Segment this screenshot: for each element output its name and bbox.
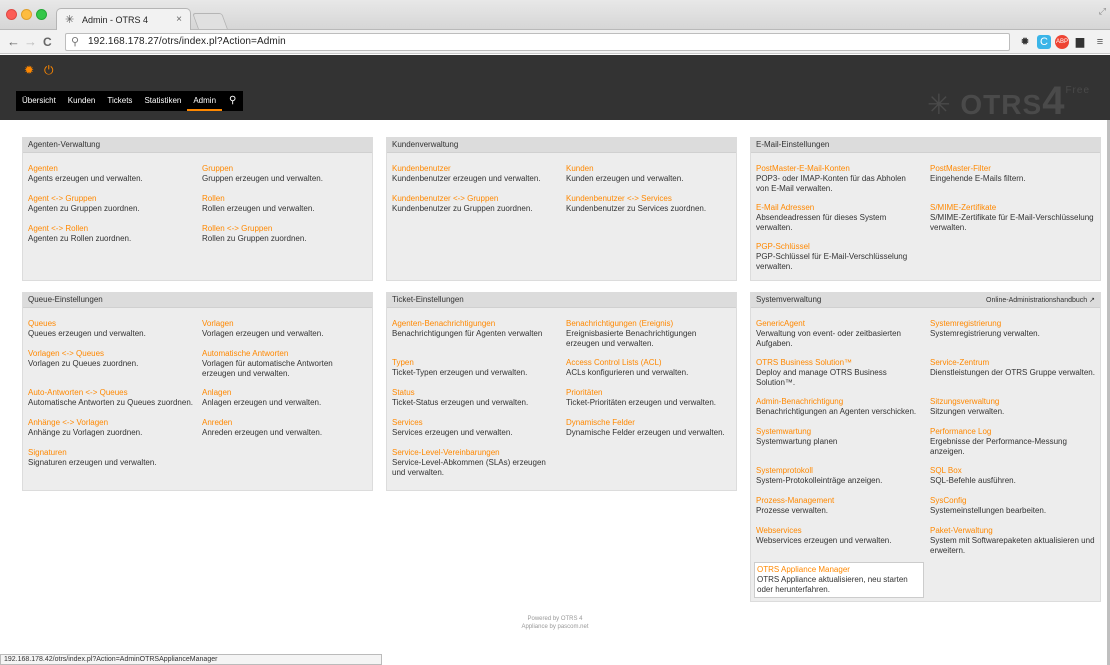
nav-customers[interactable]: Kunden (62, 91, 102, 111)
widget-title: Ticket-Einstellungen (387, 293, 736, 308)
admin-link-webservices[interactable]: Webservices Webservices erzeugen und verw… (756, 526, 926, 546)
tab-close-icon[interactable]: × (176, 14, 182, 25)
search-icon: ⚲ (71, 36, 80, 48)
admin-link-agent-notifications[interactable]: Agenten-Benachrichtigungen Benachrichtigu… (392, 319, 562, 339)
widget-title: Kundenverwaltung (387, 138, 736, 153)
nav-tickets[interactable]: Tickets (101, 91, 138, 111)
otrs-logo: ✳ OTRS4Free (927, 79, 1090, 123)
admin-link-services[interactable]: Services Services erzeugen und verwalten. (392, 418, 562, 438)
widget-queues: Queue-Einstellungen Queues Queues erzeuge… (22, 292, 373, 491)
widget-title: Systemverwaltung Online-Administrationsh… (751, 293, 1100, 308)
admin-link-smime[interactable]: S/MIME-Zertifikate S/MIME-Zertifikate für… (930, 203, 1100, 233)
back-button[interactable]: ← (7, 34, 20, 50)
admin-link-email-addresses[interactable]: E-Mail Adressen Absendeadressen für diese… (756, 203, 906, 233)
otrs-favicon-icon: ✳ (65, 14, 75, 26)
admin-link-customer-user-services[interactable]: Kundenbenutzer <-> Services Kundenbenutze… (566, 194, 736, 214)
admin-link-template-queues[interactable]: Vorlagen <-> Queues Vorlagen zu Queues zu… (28, 349, 198, 369)
menu-icon[interactable]: ≡ (1093, 35, 1107, 49)
admin-link-attachment-templates[interactable]: Anhänge <-> Vorlagen Anhänge zu Vorlagen … (28, 418, 198, 438)
online-handbook-link[interactable]: Online-Administrationshandbuch ↗ (986, 296, 1095, 304)
reload-button[interactable]: C (43, 34, 52, 50)
admin-link-dynamic-fields[interactable]: Dynamische Felder Dynamische Felder erzeu… (566, 418, 736, 438)
url-text: 192.168.178.27/otrs/index.pl?Action=Admi… (88, 36, 286, 47)
admin-link-states[interactable]: Status Ticket-Status erzeugen und verwalt… (392, 388, 562, 408)
admin-link-queues[interactable]: Queues Queues erzeugen und verwalten. (28, 319, 198, 339)
widget-title: Queue-Einstellungen (23, 293, 372, 308)
admin-link-customer-user-groups[interactable]: Kundenbenutzer <-> Gruppen Kundenbenutzer… (392, 194, 562, 214)
admin-link-attachments[interactable]: Anlagen Anlagen erzeugen und verwalten. (202, 388, 372, 408)
admin-link-postmaster-filter[interactable]: PostMaster-Filter Eingehende E-Mails filt… (930, 164, 1100, 184)
admin-link-salutations[interactable]: Anreden Anreden erzeugen und verwalten. (202, 418, 372, 438)
admin-link-auto-responses[interactable]: Automatische Antworten Vorlagen für autom… (202, 349, 362, 379)
settings-icon[interactable]: ✹ (24, 63, 34, 77)
external-link-icon: ↗ (1089, 297, 1095, 304)
zoom-window-button[interactable] (36, 9, 47, 20)
admin-link-agents[interactable]: Agenten Agents erzeugen und verwalten. (28, 164, 198, 184)
admin-link-agent-roles[interactable]: Agent <-> Rollen Agenten zu Rollen zuordn… (28, 224, 198, 244)
admin-link-system-registration[interactable]: Systemregistrierung Systemregistrierung v… (930, 319, 1100, 339)
admin-link-admin-notification[interactable]: Admin-Benachrichtigung Benachrichtigungen… (756, 397, 926, 417)
fullscreen-icon[interactable]: ⤢ (1099, 6, 1106, 17)
widget-customers: Kundenverwaltung Kundenbenutzer Kundenben… (386, 137, 737, 281)
forward-button[interactable]: → (24, 34, 37, 50)
browser-titlebar: ✳ Admin - OTRS 4 × ⤢ (0, 0, 1110, 31)
admin-link-pgp[interactable]: PGP-Schlüssel PGP-Schlüssel für E-Mail-Ve… (756, 242, 916, 272)
tab-title: Admin - OTRS 4 (82, 15, 149, 25)
extension-box-icon[interactable]: ▆ (1073, 35, 1087, 49)
admin-link-package-manager[interactable]: Paket-Verwaltung System mit Softwarepaket… (930, 526, 1095, 556)
admin-link-generic-agent[interactable]: GenericAgent Verwaltung von event- oder z… (756, 319, 916, 349)
footer: Powered by OTRS 4 Appliance by pascom.ne… (0, 615, 1110, 631)
browser-toolbar: ← → C ⚲ 192.168.178.27/otrs/index.pl?Act… (0, 30, 1110, 54)
admin-link-auto-response-queues[interactable]: Auto-Antworten <-> Queues Automatische An… (28, 388, 198, 408)
admin-link-system-log[interactable]: Systemprotokoll System-Protokolleinträge … (756, 466, 926, 486)
search-icon[interactable]: ⚲ (222, 91, 243, 111)
logout-icon[interactable]: ⏻ (44, 63, 54, 78)
main-navigation: Übersicht Kunden Tickets Statistiken Adm… (16, 91, 244, 111)
widget-agents: Agenten-Verwaltung Agenten Agents erzeuge… (22, 137, 373, 281)
admin-link-postmaster-accounts[interactable]: PostMaster-E-Mail-Konten POP3- oder IMAP-… (756, 164, 916, 194)
admin-link-session-management[interactable]: Sitzungsverwaltung Sitzungen verwalten. (930, 397, 1100, 417)
admin-link-sysconfig[interactable]: SysConfig Systemeinstellungen bearbeiten. (930, 496, 1100, 516)
admin-link-priorities[interactable]: Prioritäten Ticket-Prioritäten erzeugen u… (566, 388, 736, 408)
admin-link-roles[interactable]: Rollen Rollen erzeugen und verwalten. (202, 194, 372, 214)
nav-admin[interactable]: Admin (187, 91, 223, 111)
address-bar[interactable]: ⚲ 192.168.178.27/otrs/index.pl?Action=Ad… (65, 33, 1010, 51)
widget-title: Agenten-Verwaltung (23, 138, 372, 153)
widget-title: E-Mail-Einstellungen (751, 138, 1100, 153)
admin-link-service-center[interactable]: Service-Zentrum Dienstleistungen der OTRS… (930, 358, 1100, 378)
footer-appliance-by[interactable]: Appliance by pascom.net (0, 623, 1110, 631)
admin-link-appliance-manager[interactable]: OTRS Appliance Manager OTRS Appliance akt… (754, 562, 924, 598)
admin-link-process-management[interactable]: Prozess-Management Prozesse verwalten. (756, 496, 926, 516)
admin-link-event-notifications[interactable]: Benachrichtigungen (Ereignis) Ereignisbas… (566, 319, 731, 349)
admin-link-role-groups[interactable]: Rollen <-> Gruppen Rollen zu Gruppen zuor… (202, 224, 372, 244)
widget-tickets: Ticket-Einstellungen Agenten-Benachricht… (386, 292, 737, 491)
nav-overview[interactable]: Übersicht (16, 91, 62, 111)
browser-status-bar: 192.168.178.42/otrs/index.pl?Action=Admi… (0, 654, 382, 665)
gear-icon[interactable]: ✹ (1018, 35, 1032, 49)
close-window-button[interactable] (6, 9, 17, 20)
nav-statistics[interactable]: Statistiken (138, 91, 187, 111)
extension-icon[interactable]: C (1037, 35, 1051, 49)
admin-link-templates[interactable]: Vorlagen Vorlagen erzeugen und verwalten. (202, 319, 372, 339)
admin-link-types[interactable]: Typen Ticket-Typen erzeugen und verwalten… (392, 358, 562, 378)
otrs-header: ✹ ⏻ Übersicht Kunden Tickets Statistiken… (0, 55, 1110, 123)
new-tab-button[interactable] (192, 13, 228, 29)
widget-system: Systemverwaltung Online-Administrationsh… (750, 292, 1101, 602)
adblock-icon[interactable]: ABP (1055, 35, 1069, 49)
admin-link-performance-log[interactable]: Performance Log Ergebnisse der Performanc… (930, 427, 1090, 457)
admin-link-agent-groups[interactable]: Agent <-> Gruppen Agenten zu Gruppen zuor… (28, 194, 198, 214)
admin-link-slas[interactable]: Service-Level-Vereinbarungen Service-Leve… (392, 448, 557, 478)
admin-link-system-maintenance[interactable]: Systemwartung Systemwartung planen (756, 427, 926, 447)
admin-link-signatures[interactable]: Signaturen Signaturen erzeugen und verwal… (28, 448, 198, 468)
browser-tab[interactable]: ✳ Admin - OTRS 4 × (56, 8, 191, 31)
widget-email: E-Mail-Einstellungen PostMaster-E-Mail-K… (750, 137, 1101, 281)
admin-link-business-solution[interactable]: OTRS Business Solution™ Deploy and manage… (756, 358, 916, 388)
minimize-window-button[interactable] (21, 9, 32, 20)
footer-powered-by[interactable]: Powered by OTRS 4 (0, 615, 1110, 623)
admin-link-customer-users[interactable]: Kundenbenutzer Kundenbenutzer erzeugen un… (392, 164, 562, 184)
admin-link-groups[interactable]: Gruppen Gruppen erzeugen und verwalten. (202, 164, 372, 184)
admin-link-acl[interactable]: Access Control Lists (ACL) ACLs konfiguri… (566, 358, 736, 378)
admin-link-sql-box[interactable]: SQL Box SQL-Befehle ausführen. (930, 466, 1100, 486)
admin-link-customers[interactable]: Kunden Kunden erzeugen und verwalten. (566, 164, 736, 184)
